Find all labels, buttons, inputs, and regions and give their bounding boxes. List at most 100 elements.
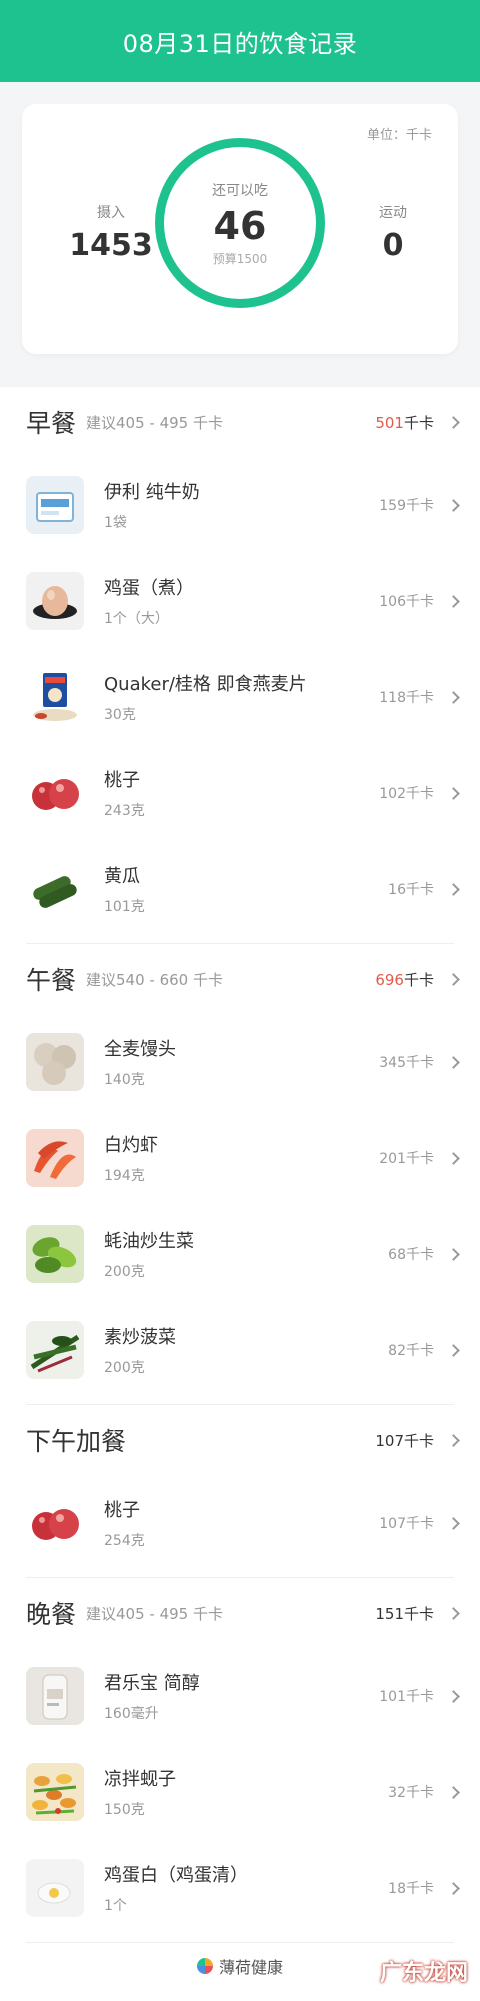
lettuce-icon [26, 1225, 84, 1283]
peach-icon [26, 764, 84, 822]
cucumber-icon [26, 860, 84, 918]
chevron-right-icon [447, 1516, 460, 1530]
food-name: Quaker/桂格 即食燕麦片 [104, 674, 307, 695]
chevron-right-icon [447, 594, 460, 608]
yogurt-bottle-icon [26, 1667, 84, 1725]
chevron-right-icon [447, 1433, 460, 1447]
food-quantity: 140克 [104, 1072, 145, 1088]
food-info: 凉拌蚬子 150克 [104, 1765, 176, 1819]
food-calories: 201千卡 [379, 1151, 434, 1167]
meal-total-value: 501 [375, 413, 404, 432]
food-quantity: 200克 [104, 1264, 145, 1280]
food-calories: 106千卡 [379, 594, 434, 610]
chevron-right-icon [447, 1247, 460, 1261]
food-quantity: 194克 [104, 1168, 145, 1184]
food-calories: 16千卡 [388, 882, 434, 898]
footer: 薄荷健康 广东龙网 [0, 1931, 480, 2001]
food-info: 鸡蛋白（鸡蛋清） 1个 [104, 1861, 248, 1915]
food-item[interactable]: 黄瓜 101克 16千卡 [26, 841, 460, 937]
chevron-right-icon [447, 498, 460, 512]
food-item[interactable]: 凉拌蚬子 150克 32千卡 [26, 1744, 460, 1840]
food-quantity: 101克 [104, 899, 145, 915]
food-info: 桃子 254克 [104, 1496, 145, 1550]
food-calories: 118千卡 [379, 690, 434, 706]
chevron-right-icon [447, 1785, 460, 1799]
page-title: 08月31日的饮食记录 [122, 29, 358, 58]
food-info: 素炒菠菜 200克 [104, 1323, 176, 1377]
meal-snack: 下午加餐 107千卡 桃子 254克 107千卡 [0, 1405, 480, 1571]
food-item[interactable]: Quaker/桂格 即食燕麦片 30克 118千卡 [26, 649, 460, 745]
food-item[interactable]: 素炒菠菜 200克 82千卡 [26, 1302, 460, 1398]
brand-logo-icon [196, 1958, 213, 1974]
chevron-right-icon [447, 1343, 460, 1357]
intake-value: 1453 [69, 228, 153, 263]
meal-header-lunch[interactable]: 午餐 建议540 - 660 千卡 696千卡 [26, 944, 460, 1014]
clam-salad-icon [26, 1763, 84, 1821]
meal-dinner: 晚餐 建议405 - 495 千卡 151千卡 君乐宝 简醇 160毫升 101… [0, 1578, 480, 1936]
top-bar: 08月31日的饮食记录 [0, 0, 480, 82]
food-name: 全麦馒头 [104, 1039, 176, 1060]
food-quantity: 1袋 [104, 515, 127, 531]
meal-total: 501千卡 [375, 412, 434, 433]
meal-breakfast: 早餐 建议405 - 495 千卡 501千卡 伊利 纯牛奶 1袋 159千卡 … [0, 387, 480, 937]
egg-icon [26, 572, 84, 630]
meal-suggestion: 建议405 - 495 千卡 [86, 413, 223, 432]
food-item[interactable]: 蚝油炒生菜 200克 68千卡 [26, 1206, 460, 1302]
food-name: 蚝油炒生菜 [104, 1231, 194, 1252]
food-item[interactable]: 全麦馒头 140克 345千卡 [26, 1014, 460, 1110]
budget-label: 预算1500 [212, 251, 268, 266]
food-info: 白灼虾 194克 [104, 1131, 158, 1185]
food-item[interactable]: 桃子 254克 107千卡 [26, 1475, 460, 1571]
food-info: 桃子 243克 [104, 766, 145, 820]
summary-section: 单位：千卡 摄入 1453 还可以吃 46 预算1500 运动 0 [0, 82, 480, 387]
food-name: 桃子 [104, 1500, 140, 1521]
chevron-right-icon [447, 786, 460, 800]
chevron-right-icon [447, 882, 460, 896]
meal-suggestion: 建议540 - 660 千卡 [86, 970, 223, 989]
meal-header-snack[interactable]: 下午加餐 107千卡 [26, 1405, 460, 1475]
food-name: 桃子 [104, 770, 140, 791]
meal-total: 107千卡 [375, 1431, 434, 1450]
chevron-right-icon [447, 1881, 460, 1895]
food-quantity: 30克 [104, 707, 136, 723]
food-item[interactable]: 鸡蛋（煮） 1个（大） 106千卡 [26, 553, 460, 649]
food-info: 黄瓜 101克 [104, 862, 145, 916]
exercise-label: 运动 [379, 205, 407, 221]
meal-header-breakfast[interactable]: 早餐 建议405 - 495 千卡 501千卡 [26, 387, 460, 457]
food-item[interactable]: 白灼虾 194克 201千卡 [26, 1110, 460, 1206]
food-name: 鸡蛋白（鸡蛋清） [104, 1865, 248, 1886]
food-quantity: 160毫升 [104, 1706, 159, 1722]
food-name: 黄瓜 [104, 866, 140, 887]
meal-total: 696千卡 [375, 969, 434, 990]
brand-name: 薄荷健康 [218, 1958, 283, 1977]
chevron-right-icon [447, 415, 460, 429]
shrimp-icon [26, 1129, 84, 1187]
milk-carton-icon [26, 476, 84, 534]
calorie-summary-card: 单位：千卡 摄入 1453 还可以吃 46 预算1500 运动 0 [22, 104, 458, 354]
food-quantity: 1个 [104, 1898, 127, 1914]
food-calories: 32千卡 [388, 1785, 434, 1801]
chevron-right-icon [447, 1606, 460, 1620]
meal-header-dinner[interactable]: 晚餐 建议405 - 495 千卡 151千卡 [26, 1578, 460, 1648]
food-item[interactable]: 伊利 纯牛奶 1袋 159千卡 [26, 457, 460, 553]
food-quantity: 254克 [104, 1533, 145, 1549]
meal-total-unit: 千卡 [403, 970, 434, 989]
steamed-bun-icon [26, 1033, 84, 1091]
meal-total-value: 696 [375, 970, 404, 989]
intake-stat: 摄入 1453 [56, 202, 166, 263]
food-item[interactable]: 桃子 243克 102千卡 [26, 745, 460, 841]
spinach-icon [26, 1321, 84, 1379]
food-quantity: 243克 [104, 803, 145, 819]
exercise-stat: 运动 0 [338, 202, 448, 263]
food-name: 伊利 纯牛奶 [104, 482, 200, 503]
food-item[interactable]: 君乐宝 简醇 160毫升 101千卡 [26, 1648, 460, 1744]
meal-name: 午餐 [26, 966, 77, 995]
food-calories: 101千卡 [379, 1689, 434, 1705]
food-name: 鸡蛋（煮） [104, 578, 194, 599]
exercise-value: 0 [382, 228, 404, 263]
watermark: 广东龙网 [379, 1961, 468, 1986]
food-quantity: 1个（大） [104, 611, 169, 627]
chevron-right-icon [447, 1689, 460, 1703]
chevron-right-icon [447, 1055, 460, 1069]
food-item[interactable]: 鸡蛋白（鸡蛋清） 1个 18千卡 [26, 1840, 460, 1936]
